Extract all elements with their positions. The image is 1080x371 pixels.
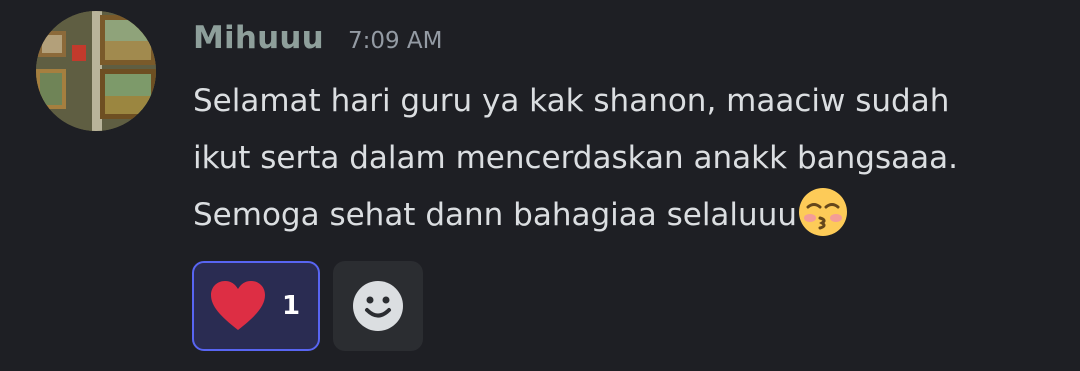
add-reaction-button[interactable]: [333, 261, 423, 351]
username[interactable]: Mihuuu: [193, 20, 324, 56]
smiley-add-reaction-icon: [353, 281, 403, 331]
heart-reaction-button[interactable]: 1: [192, 261, 320, 351]
heart-icon: [211, 281, 265, 330]
reaction-count: 1: [282, 291, 301, 321]
timestamp: 7:09 AM: [347, 28, 443, 54]
user-avatar[interactable]: [36, 11, 156, 131]
kissing-face-with-closed-eyes-icon: [798, 187, 848, 237]
message-line-text: Semoga sehat dann bahagiaa selaluuu: [193, 197, 797, 233]
message-line: Selamat hari guru ya kak shanon, maaciw …: [193, 83, 950, 119]
message-line-last: Semoga sehat dann bahagiaa selaluuu: [193, 187, 1063, 244]
message-line: ikut serta dalam mencerdaskan anakk bang…: [193, 140, 958, 176]
message-header: Mihuuu 7:09 AM: [193, 20, 443, 64]
reactions-bar: 1: [192, 261, 423, 351]
message-content: Selamat hari guru ya kak shanon, maaciw …: [193, 73, 1063, 244]
